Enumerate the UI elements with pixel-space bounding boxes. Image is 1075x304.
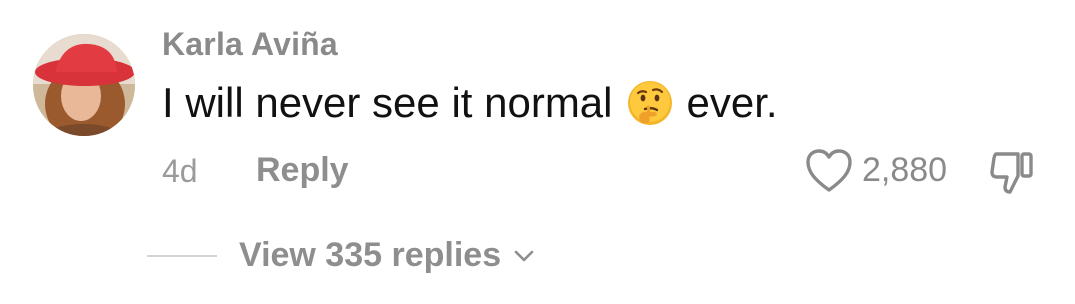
comment-text: I will never see it normal ever. — [162, 78, 778, 128]
reply-button[interactable]: Reply — [256, 151, 349, 190]
thinking-face-emoji — [627, 81, 672, 125]
heart-outline-icon[interactable] — [805, 148, 853, 194]
view-replies-label: View 335 replies — [239, 236, 502, 274]
comment-text-after: ever. — [686, 79, 778, 126]
like-count: 2,880 — [862, 151, 948, 189]
chevron-down-icon — [514, 250, 534, 261]
avatar-image — [33, 34, 135, 136]
avatar[interactable] — [33, 34, 135, 136]
comment-timestamp: 4d — [162, 153, 198, 189]
comment-item: Karla Aviña I will never see it normal e… — [0, 0, 1075, 304]
comment-author[interactable]: Karla Aviña — [162, 26, 338, 63]
comment-text-before: I will never see it normal — [162, 79, 613, 126]
replies-divider — [147, 255, 217, 257]
thumbs-down-outline-icon[interactable] — [988, 148, 1036, 196]
view-replies-button[interactable]: View 335 replies — [239, 236, 535, 275]
